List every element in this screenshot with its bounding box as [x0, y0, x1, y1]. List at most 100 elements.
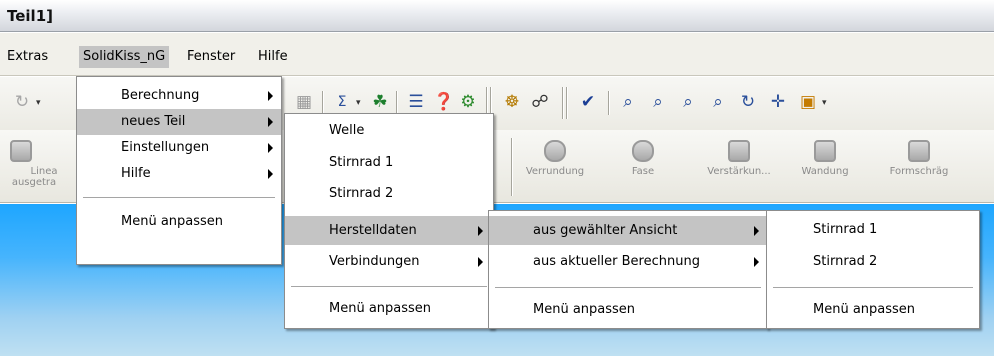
menu-item-label: Stirnrad 1: [813, 222, 878, 237]
link-icon[interactable]: ☍: [528, 90, 552, 114]
window-title: Teil1]: [7, 6, 53, 25]
extrude-icon: [10, 140, 32, 162]
menu-separator: [495, 287, 761, 288]
grid-icon[interactable]: ▦: [292, 90, 316, 114]
chevron-down-icon[interactable]: ▾: [356, 98, 361, 108]
properties-icon[interactable]: ☰: [404, 90, 428, 114]
menu-item-label: Stirnrad 2: [813, 254, 878, 269]
feature-label: ausgetra: [11, 177, 57, 188]
feature-linear-button[interactable]: Linea ausgetra: [0, 140, 60, 188]
menu-item-berechnung[interactable]: Berechnung: [77, 83, 281, 109]
menu-item-einstellungen[interactable]: Einstellungen: [77, 135, 281, 161]
submenu-arrow-icon: [268, 169, 273, 179]
submenu-arrow-icon: [268, 117, 273, 127]
menu-separator: [773, 287, 973, 288]
menu-item-label: Hilfe: [121, 166, 151, 181]
menu-item-label: Verbindungen: [329, 254, 420, 269]
toolbar-separator: [322, 91, 324, 115]
menu-item-aus-aktueller-berechnung[interactable]: aus aktueller Berechnung: [489, 249, 767, 275]
menu-item-menue-anpassen[interactable]: Menü anpassen: [767, 297, 979, 323]
menu-hilfe[interactable]: Hilfe: [254, 46, 292, 68]
menu-item-herstelldaten[interactable]: Herstelldaten: [285, 216, 493, 245]
menu-item-menue-anpassen[interactable]: Menü anpassen: [285, 296, 493, 322]
menu-item-stirnrad-2[interactable]: Stirnrad 2: [285, 181, 493, 207]
menu-item-neues-teil[interactable]: neues Teil: [77, 109, 281, 135]
menu-item-stirnrad-1[interactable]: Stirnrad 1: [767, 217, 979, 243]
toolbar-separator: [396, 91, 398, 115]
pan-icon[interactable]: ✛: [766, 90, 790, 114]
feature-label: Formschräg: [889, 166, 949, 177]
redo-icon[interactable]: ↻: [10, 90, 34, 114]
toolbar-separator: [511, 138, 513, 196]
zoom-area-icon[interactable]: ⌕: [646, 90, 670, 114]
submenu-arrow-icon: [478, 226, 483, 236]
feature-label: Verstärkun...: [707, 166, 771, 177]
menu-item-menue-anpassen[interactable]: Menü anpassen: [489, 297, 767, 323]
feature-fase-button[interactable]: Fase: [604, 140, 682, 177]
title-bar: Teil1]: [0, 0, 994, 32]
feature-label: Fase: [631, 166, 655, 177]
submenu-arrow-icon: [478, 257, 483, 267]
menu-separator: [83, 197, 275, 198]
neues-teil-submenu: Welle Stirnrad 1 Stirnrad 2 Herstelldate…: [284, 113, 494, 329]
materials-icon[interactable]: ☘: [368, 90, 392, 114]
solidkiss-menu: Berechnung neues Teil Einstellungen Hilf…: [76, 76, 282, 265]
feature-label: Linea: [30, 166, 58, 177]
menu-separator: [291, 286, 487, 287]
equation-icon[interactable]: Σ: [330, 90, 354, 114]
submenu-arrow-icon: [268, 143, 273, 153]
rib-icon: [728, 140, 750, 162]
feature-wandung-button[interactable]: Wandung: [786, 140, 864, 177]
menu-item-label: Menü anpassen: [121, 214, 224, 229]
submenu-arrow-icon: [754, 226, 759, 236]
menu-item-welle[interactable]: Welle: [285, 118, 493, 144]
zoom-selection-icon[interactable]: ⌕: [706, 90, 730, 114]
rotate-icon[interactable]: ↻: [736, 90, 760, 114]
menu-item-verbindungen[interactable]: Verbindungen: [285, 249, 493, 275]
menu-item-label: Stirnrad 2: [329, 186, 394, 201]
shell-icon: [814, 140, 836, 162]
rebuild-icon[interactable]: ☸: [500, 90, 524, 114]
fillet-icon: [544, 140, 566, 162]
menu-item-label: Menü anpassen: [329, 301, 432, 316]
menu-bar: Extras SolidKiss_nG Fenster Hilfe: [0, 33, 994, 76]
menu-item-label: Einstellungen: [121, 140, 210, 155]
view-cube-icon[interactable]: ▣: [796, 90, 820, 114]
menu-fenster[interactable]: Fenster: [183, 46, 239, 68]
menu-item-label: aus gewählter Ansicht: [533, 223, 678, 238]
menu-item-label: Herstelldaten: [329, 223, 417, 238]
menu-extras[interactable]: Extras: [3, 46, 52, 68]
draft-icon: [908, 140, 930, 162]
submenu-arrow-icon: [268, 91, 273, 101]
herstelldaten-submenu: aus gewählter Ansicht aus aktueller Bere…: [488, 210, 768, 329]
options-icon[interactable]: ⚙: [456, 90, 480, 114]
chevron-down-icon[interactable]: ▾: [36, 98, 41, 108]
zoom-fit-icon[interactable]: ⌕: [616, 90, 640, 114]
menu-item-label: Welle: [329, 123, 365, 138]
toolbar-separator: [562, 87, 564, 119]
help-icon[interactable]: ❓: [432, 90, 456, 114]
chevron-down-icon[interactable]: ▾: [822, 98, 827, 108]
menu-item-label: Berechnung: [121, 88, 200, 103]
menu-item-hilfe[interactable]: Hilfe: [77, 161, 281, 187]
menu-item-label: aus aktueller Berechnung: [533, 254, 700, 269]
menu-item-menue-anpassen[interactable]: Menü anpassen: [77, 209, 281, 235]
feature-verrundung-button[interactable]: Verrundung: [516, 140, 594, 177]
feature-verstaerkung-button[interactable]: Verstärkun...: [700, 140, 778, 177]
toolbar-separator: [608, 91, 610, 115]
menu-item-label: neues Teil: [121, 114, 186, 129]
menu-item-label: Stirnrad 1: [329, 155, 394, 170]
zoom-in-out-icon[interactable]: ⌕: [676, 90, 700, 114]
toolbar-separator: [566, 87, 568, 119]
menu-item-label: Menü anpassen: [813, 302, 916, 317]
feature-formschraege-button[interactable]: Formschräg: [880, 140, 958, 177]
menu-item-stirnrad-2[interactable]: Stirnrad 2: [767, 249, 979, 275]
menu-item-label: Menü anpassen: [533, 302, 636, 317]
menu-solidkiss[interactable]: SolidKiss_nG: [79, 46, 170, 68]
sketch-icon[interactable]: ✔: [576, 90, 600, 114]
ansicht-submenu: Stirnrad 1 Stirnrad 2 Menü anpassen: [766, 210, 980, 329]
chamfer-icon: [632, 140, 654, 162]
submenu-arrow-icon: [754, 257, 759, 267]
menu-item-stirnrad-1[interactable]: Stirnrad 1: [285, 150, 493, 176]
menu-item-aus-gewaehlter-ansicht[interactable]: aus gewählter Ansicht: [489, 216, 767, 245]
